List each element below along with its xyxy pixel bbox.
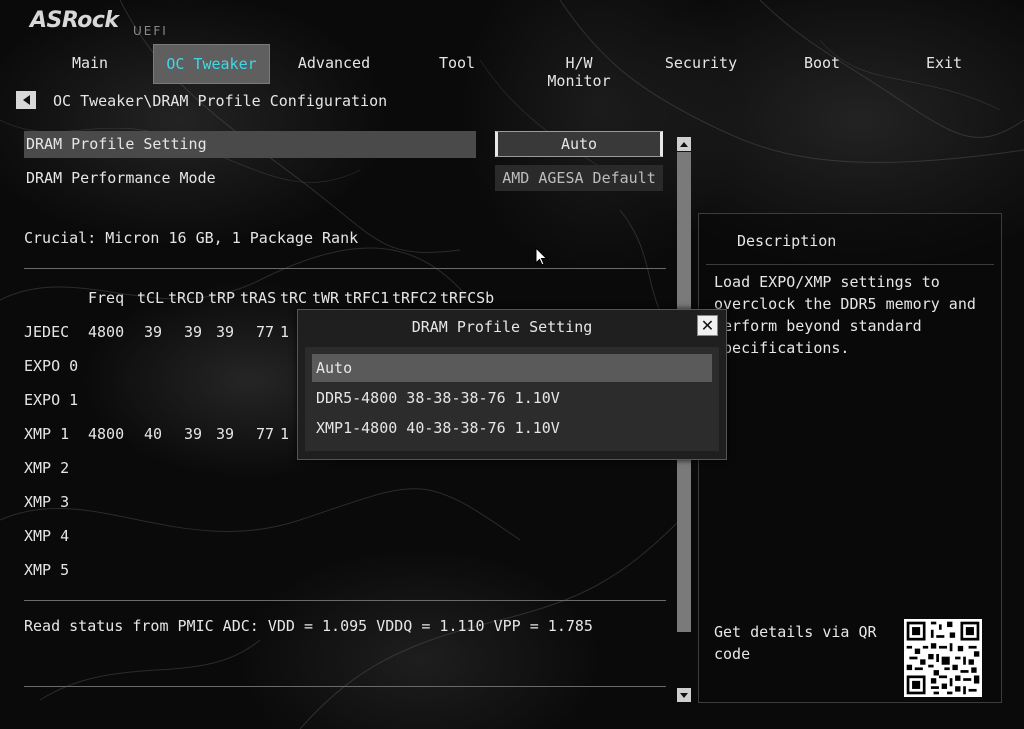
row-xmp1-name: XMP 1 <box>24 425 70 443</box>
tab-boot[interactable]: Boot <box>798 54 846 72</box>
dimm-info: Crucial: Micron 16 GB, 1 Package Rank <box>24 229 359 247</box>
option-auto[interactable]: Auto <box>312 354 712 382</box>
row-xmp2-name: XMP 2 <box>24 459 70 477</box>
description-text: Load EXPO/XMP settings to overclock the … <box>714 273 976 357</box>
col-header-tcl: tCL <box>137 289 165 307</box>
tab-security[interactable]: Security <box>662 54 740 72</box>
col-header-trp: tRP <box>208 289 236 307</box>
row-xmp3-name: XMP 3 <box>24 493 70 511</box>
tab-oc-tweaker-label: OC Tweaker <box>166 55 257 73</box>
col-header-trfc2: tRFC2 <box>392 289 438 307</box>
divider <box>24 268 666 269</box>
option-ddr5-4800[interactable]: DDR5-4800 38-38-38-76 1.10V <box>312 384 712 412</box>
row-xmp1-trcd: 39 <box>184 425 203 443</box>
col-header-twr: tWR <box>312 289 340 307</box>
breadcrumb: OC Tweaker\DRAM Profile Configuration <box>53 92 388 110</box>
option-label: DDR5-4800 38-38-38-76 1.10V <box>316 389 560 407</box>
row-xmp1-tras: 77 <box>256 425 275 443</box>
dram-performance-mode-value: AMD AGESA Default <box>495 165 663 191</box>
tab-main[interactable]: Main <box>58 54 122 72</box>
description-title: Description <box>737 232 837 250</box>
row-jedec-tras: 77 <box>256 323 275 341</box>
option-label: Auto <box>316 359 353 377</box>
pmic-status: Read status from PMIC ADC: VDD = 1.095 V… <box>24 617 593 635</box>
row-jedec-tcl: 39 <box>144 323 163 341</box>
asrock-logo: ASRock <box>30 8 119 33</box>
col-header-trcd: tRCD <box>168 289 205 307</box>
dialog-title: DRAM Profile Setting <box>411 318 593 336</box>
row-jedec-trc: 1 <box>280 323 290 341</box>
uefi-label: UEFI <box>133 24 168 38</box>
row-xmp1-trp: 39 <box>216 425 235 443</box>
col-header-trfcsb: tRFCSb <box>440 289 495 307</box>
col-header-tras: tRAS <box>240 289 277 307</box>
divider <box>24 686 666 687</box>
row-jedec-freq: 4800 <box>88 323 125 341</box>
row-jedec-trcd: 39 <box>184 323 203 341</box>
row-jedec-name: JEDEC <box>24 323 70 341</box>
tab-tool[interactable]: Tool <box>432 54 482 72</box>
tab-hw-monitor[interactable]: H/W Monitor <box>530 54 628 90</box>
scroll-down-arrow-icon[interactable] <box>677 688 691 702</box>
col-header-trc: tRC <box>280 289 308 307</box>
row-xmp4-name: XMP 4 <box>24 527 70 545</box>
tab-oc-tweaker[interactable]: OC Tweaker <box>153 44 270 84</box>
qr-code-icon <box>904 619 982 697</box>
row-xmp1-freq: 4800 <box>88 425 125 443</box>
col-header-freq: Freq <box>88 289 125 307</box>
scroll-up-arrow-icon[interactable] <box>677 137 691 151</box>
row-expo1-name: EXPO 1 <box>24 391 79 409</box>
dram-profile-setting-value[interactable]: Auto <box>495 131 663 157</box>
row-expo0-name: EXPO 0 <box>24 357 79 375</box>
row-xmp1-tcl: 40 <box>144 425 163 443</box>
back-arrow-icon[interactable] <box>16 91 36 109</box>
col-header-trfc1: tRFC1 <box>344 289 390 307</box>
tab-advanced[interactable]: Advanced <box>294 54 374 72</box>
row-jedec-trp: 39 <box>216 323 235 341</box>
close-icon[interactable]: ✕ <box>697 315 718 336</box>
row-xmp1-trc: 1 <box>280 425 290 443</box>
dram-performance-mode-label[interactable]: DRAM Performance Mode <box>26 169 216 187</box>
mouse-cursor-icon <box>535 247 548 266</box>
qr-label: Get details via QR code <box>714 623 877 663</box>
row-xmp5-name: XMP 5 <box>24 561 70 579</box>
divider <box>24 600 666 601</box>
tab-exit[interactable]: Exit <box>922 54 966 72</box>
option-xmp1-4800[interactable]: XMP1-4800 40-38-38-76 1.10V <box>312 414 712 442</box>
description-divider <box>706 264 994 265</box>
option-label: XMP1-4800 40-38-38-76 1.10V <box>316 419 560 437</box>
dram-profile-setting-label[interactable]: DRAM Profile Setting <box>26 135 207 153</box>
